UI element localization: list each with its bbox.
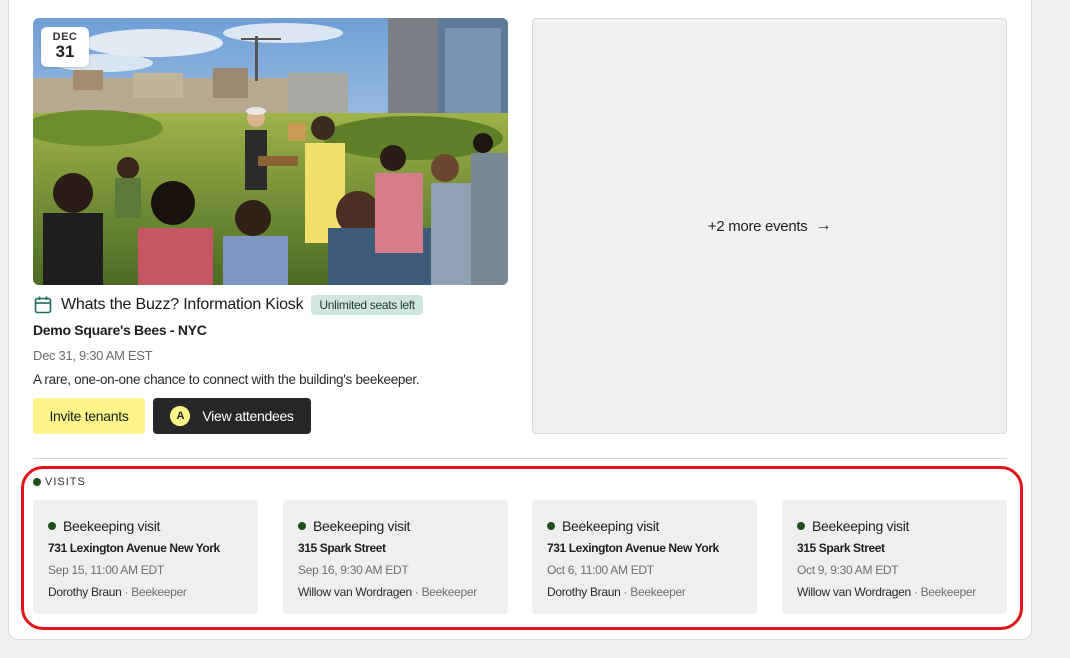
avatar: A: [170, 406, 191, 426]
visit-card[interactable]: Beekeeping visit 731 Lexington Avenue Ne…: [532, 500, 757, 614]
visit-host: Willow van Wordragen · Beekeeper: [298, 585, 493, 599]
visits-heading: VISITS: [33, 476, 86, 488]
status-dot-icon: [33, 478, 41, 486]
visit-host-role: · Beekeeper: [124, 585, 187, 599]
event-title-row: Whats the Buzz? Information Kiosk Unlimi…: [33, 294, 423, 316]
visit-time: Oct 9, 9:30 AM EDT: [797, 563, 899, 577]
visit-title: Beekeeping visit: [313, 518, 411, 534]
visit-address: 731 Lexington Avenue New York: [48, 541, 220, 555]
event-title[interactable]: Whats the Buzz? Information Kiosk: [61, 296, 304, 314]
visit-title-row: Beekeeping visit: [547, 518, 742, 534]
more-events-link[interactable]: +2 more events →: [532, 18, 1007, 434]
section-divider: [33, 458, 1007, 459]
visit-host-role: · Beekeeper: [913, 585, 976, 599]
visit-host: Willow van Wordragen · Beekeeper: [797, 585, 992, 599]
calendar-icon: [33, 295, 53, 315]
visit-host: Dorothy Braun · Beekeeper: [48, 585, 243, 599]
visits-heading-label: VISITS: [45, 476, 86, 488]
visit-title-row: Beekeeping visit: [797, 518, 992, 534]
more-events-label: +2 more events: [707, 217, 808, 235]
visit-host: Dorothy Braun · Beekeeper: [547, 585, 742, 599]
visit-time: Sep 16, 9:30 AM EDT: [298, 563, 409, 577]
status-dot-icon: [797, 522, 805, 530]
visit-host-name: Willow van Wordragen: [298, 585, 412, 599]
visit-host-name: Dorothy Braun: [547, 585, 621, 599]
arrow-right-icon: →: [815, 217, 832, 234]
view-attendees-label: View attendees: [202, 408, 294, 424]
rooftop-garden-photo: [33, 18, 508, 285]
visit-host-role: · Beekeeper: [414, 585, 477, 599]
event-image[interactable]: [33, 18, 508, 285]
date-badge: DEC 31: [41, 27, 89, 67]
visit-address: 315 Spark Street: [797, 541, 885, 555]
visit-title: Beekeeping visit: [812, 518, 910, 534]
visit-host-name: Dorothy Braun: [48, 585, 122, 599]
visit-title-row: Beekeeping visit: [298, 518, 493, 534]
seats-badge: Unlimited seats left: [311, 295, 423, 315]
status-dot-icon: [547, 522, 555, 530]
visit-time: Oct 6, 11:00 AM EDT: [547, 563, 654, 577]
visit-card[interactable]: Beekeeping visit 315 Spark Street Sep 16…: [283, 500, 508, 614]
visit-address: 315 Spark Street: [298, 541, 386, 555]
visit-host-role: · Beekeeper: [623, 585, 686, 599]
status-dot-icon: [48, 522, 56, 530]
visit-title: Beekeeping visit: [562, 518, 660, 534]
event-description: A rare, one-on-one chance to connect wit…: [33, 372, 420, 387]
visit-time: Sep 15, 11:00 AM EDT: [48, 563, 164, 577]
event-organization: Demo Square's Bees - NYC: [33, 322, 207, 338]
date-day: 31: [55, 42, 75, 61]
visit-title: Beekeeping visit: [63, 518, 161, 534]
visit-card[interactable]: Beekeeping visit 315 Spark Street Oct 9,…: [782, 500, 1007, 614]
event-time: Dec 31, 9:30 AM EST: [33, 348, 153, 363]
invite-tenants-button[interactable]: Invite tenants: [33, 398, 145, 434]
visit-host-name: Willow van Wordragen: [797, 585, 911, 599]
view-attendees-button[interactable]: A View attendees: [153, 398, 311, 434]
visit-card[interactable]: Beekeeping visit 731 Lexington Avenue Ne…: [33, 500, 258, 614]
visit-title-row: Beekeeping visit: [48, 518, 243, 534]
status-dot-icon: [298, 522, 306, 530]
visit-address: 731 Lexington Avenue New York: [547, 541, 719, 555]
